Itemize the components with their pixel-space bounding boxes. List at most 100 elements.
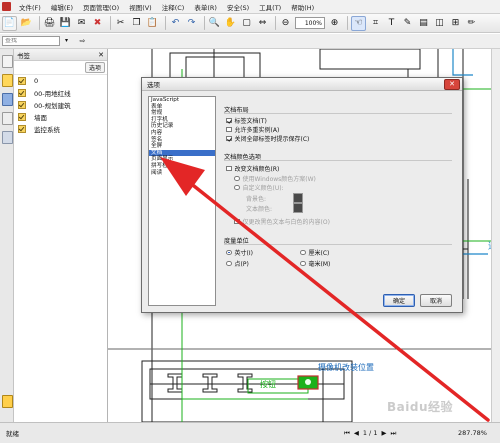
checkbox[interactable]: [234, 218, 240, 225]
select-text-icon[interactable]: ☜: [351, 15, 366, 31]
unit-inch[interactable]: 英寸(I): [226, 248, 253, 257]
typewriter-icon[interactable]: T: [385, 17, 398, 30]
find-next-icon[interactable]: ⇨: [76, 35, 89, 48]
radio[interactable]: [226, 249, 232, 256]
checkbox[interactable]: [226, 126, 232, 133]
menu-help[interactable]: 帮助(H): [286, 2, 319, 12]
ok-button[interactable]: 确定: [383, 294, 415, 307]
delete-icon[interactable]: ✖: [91, 17, 104, 30]
option-windows-scheme[interactable]: 使用Windows颜色方案(W): [234, 174, 316, 183]
last-page-icon[interactable]: ⏭: [390, 429, 396, 438]
unit-cm[interactable]: 厘米(C): [300, 248, 329, 257]
bookmark-item[interactable]: 墙面: [14, 111, 107, 123]
print-icon[interactable]: 🖨: [43, 17, 56, 30]
comments-panel-icon[interactable]: [2, 112, 13, 125]
option-only-black-text[interactable]: 仅更改黑色文本与白色的内容(O): [234, 217, 330, 226]
checkbox[interactable]: [226, 117, 232, 124]
grid-icon[interactable]: ⊞: [449, 17, 462, 30]
open-folder-icon[interactable]: 📂: [20, 17, 33, 30]
radio[interactable]: [300, 260, 306, 267]
dialog-titlebar[interactable]: 选项 ✕: [142, 78, 462, 91]
undo-icon[interactable]: ↶: [169, 17, 182, 30]
attachments-panel-icon[interactable]: [2, 131, 13, 144]
drawing-label-button: 按钮: [260, 380, 276, 389]
zoom-tool-icon[interactable]: 🔍: [208, 17, 221, 30]
hand-tool-icon[interactable]: ✋: [224, 17, 237, 30]
save-icon[interactable]: 💾: [59, 17, 72, 30]
option-tabbed-documents[interactable]: 标签文档(T): [226, 116, 267, 125]
snapshot-icon[interactable]: ⌗: [369, 17, 382, 30]
note-icon[interactable]: ✎: [401, 17, 414, 30]
menu-form[interactable]: 表单(R): [189, 2, 222, 12]
next-page-icon[interactable]: ▶: [381, 429, 386, 437]
find-toolbar: ▾ ⇨: [0, 34, 500, 49]
menu-edit[interactable]: 编辑(E): [46, 2, 78, 12]
bookmark-item[interactable]: 00-规划建筑: [14, 99, 107, 111]
category-item[interactable]: 内容: [149, 130, 215, 137]
menu-view[interactable]: 视图(V): [124, 2, 157, 12]
checkbox[interactable]: [226, 165, 232, 172]
page-bg-swatch[interactable]: [293, 193, 303, 203]
bookmark-item[interactable]: 00-用地红线: [14, 87, 107, 99]
option-change-doc-color[interactable]: 改变文档颜色(R): [226, 164, 279, 173]
menu-comment[interactable]: 注释(C): [157, 2, 190, 12]
bookmarks-options-button[interactable]: 选项: [84, 62, 105, 73]
cut-icon[interactable]: ✂: [114, 17, 127, 30]
radio[interactable]: [226, 260, 232, 267]
category-item[interactable]: 常规: [149, 110, 215, 117]
category-item[interactable]: 拼写检: [149, 163, 215, 170]
bookmarks-panel-icon[interactable]: [2, 74, 13, 87]
menu-page-management[interactable]: 页面管理(O): [78, 2, 124, 12]
zoom-out-icon[interactable]: ⊖: [279, 17, 292, 30]
option-custom-color[interactable]: 自定义颜色(U):: [234, 183, 284, 192]
first-page-icon[interactable]: ⏮: [344, 429, 350, 438]
vertical-scrollbar[interactable]: [491, 49, 500, 422]
stamp-icon[interactable]: ◫: [433, 17, 446, 30]
copy-icon[interactable]: ❐: [130, 17, 143, 30]
find-input[interactable]: [5, 38, 53, 44]
menu-tools[interactable]: 工具(T): [254, 2, 286, 12]
status-zoom[interactable]: 287.78%: [458, 429, 487, 437]
zoom-level-field[interactable]: 100%: [295, 17, 325, 29]
options-dialog: 选项 ✕ JavaScript 表单 常规 打字机 历史记录 内容 签名 全屏 …: [141, 77, 463, 313]
panel-close-icon[interactable]: ✕: [98, 51, 104, 59]
menu-file[interactable]: 文件(F): [14, 2, 46, 12]
email-icon[interactable]: ✉: [75, 17, 88, 30]
unit-point[interactable]: 点(P): [226, 259, 249, 268]
page-indicator[interactable]: 1 / 1: [363, 429, 378, 437]
redo-icon[interactable]: ↷: [185, 17, 198, 30]
pencil-icon[interactable]: ✏: [465, 17, 478, 30]
unit-mm[interactable]: 毫米(M): [300, 259, 330, 268]
category-item[interactable]: 历史记录: [149, 123, 215, 130]
zoom-in-icon[interactable]: ⊕: [328, 17, 341, 30]
fit-page-icon[interactable]: ▢: [240, 17, 253, 30]
clip-icon[interactable]: [2, 395, 13, 408]
prev-page-icon[interactable]: ◀: [354, 429, 359, 437]
category-item[interactable]: JavaScript: [149, 97, 215, 104]
bookmark-icon: [18, 113, 26, 121]
new-file-icon[interactable]: 📄: [2, 15, 17, 31]
find-dropdown-icon[interactable]: ▾: [60, 35, 73, 48]
bookmark-item[interactable]: 0: [14, 75, 107, 87]
category-item[interactable]: 页面显示: [149, 156, 215, 163]
category-item[interactable]: 阅读: [149, 170, 215, 177]
radio[interactable]: [300, 249, 306, 256]
fit-width-icon[interactable]: ⇔: [256, 17, 269, 30]
category-item[interactable]: 全屏: [149, 143, 215, 150]
checkbox[interactable]: [226, 135, 232, 142]
bookmark-item[interactable]: 监控系统: [14, 123, 107, 135]
dialog-close-icon[interactable]: ✕: [444, 78, 460, 90]
pages-panel-icon[interactable]: [2, 55, 13, 68]
highlight-icon[interactable]: ▤: [417, 17, 430, 30]
paste-icon[interactable]: 📋: [146, 17, 159, 30]
radio[interactable]: [234, 184, 240, 191]
radio[interactable]: [234, 175, 240, 182]
cancel-button[interactable]: 取消: [420, 294, 452, 307]
find-box[interactable]: [2, 36, 60, 46]
option-prompt-save[interactable]: 关闭全部标签时提示保存(C): [226, 134, 309, 143]
category-list[interactable]: JavaScript 表单 常规 打字机 历史记录 内容 签名 全屏 文档 页面…: [148, 96, 216, 306]
text-color-swatch[interactable]: [293, 203, 303, 213]
option-multiple-instances[interactable]: 允许多重实例(A): [226, 125, 279, 134]
menu-security[interactable]: 安全(S): [222, 2, 254, 12]
layers-panel-icon[interactable]: [2, 93, 13, 106]
